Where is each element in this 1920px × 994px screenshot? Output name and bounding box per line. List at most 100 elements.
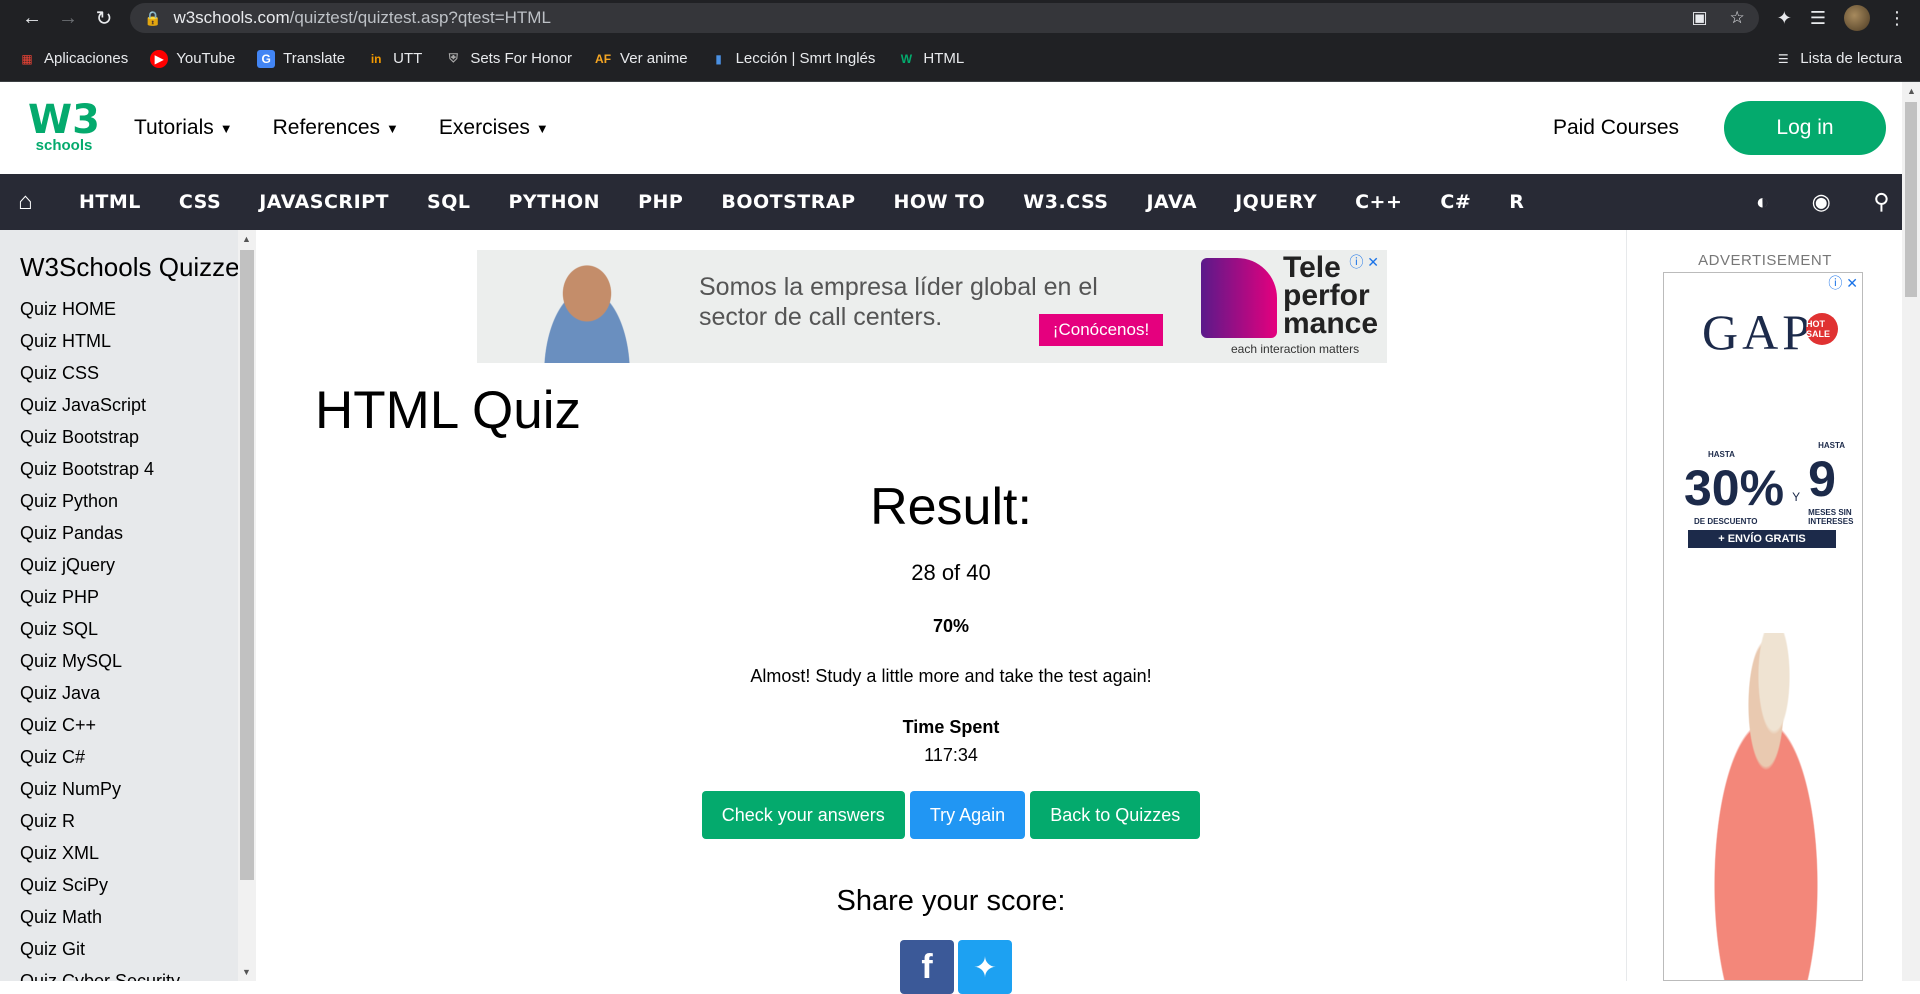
top-banner-ad[interactable]: Somos la empresa líder global en el sect… <box>477 250 1387 363</box>
sidebar-title: W3Schools Quizzes <box>20 252 253 282</box>
advertisement-label: ADVERTISEMENT <box>1698 252 1832 269</box>
home-icon[interactable]: ⌂ <box>18 188 46 216</box>
reading-list[interactable]: ☰ Lista de lectura <box>1774 50 1902 68</box>
menu-references[interactable]: References ▼ <box>273 116 399 140</box>
topnav: ⌂ HTML CSS JAVASCRIPT SQL PYTHON PHP BOO… <box>0 174 1920 230</box>
try-again-button[interactable]: Try Again <box>909 791 1026 839</box>
sidebar-item[interactable]: Quiz Pandas <box>20 517 256 549</box>
ad-close-icon[interactable]: ⓘ ✕ <box>1828 273 1858 293</box>
apps-grid-icon: ▦ <box>21 51 33 66</box>
search-icon[interactable]: ⚲ <box>1873 189 1890 215</box>
scroll-up-icon[interactable]: ▲ <box>1907 86 1916 96</box>
bookmark-sets-for-honor[interactable]: ⛨ Sets For Honor <box>444 50 572 68</box>
sidebar-item[interactable]: Quiz Cyber Security <box>20 965 256 981</box>
sidebar-item[interactable]: Quiz R <box>20 805 256 837</box>
bookmark-star-icon[interactable]: ☆ <box>1730 8 1745 28</box>
paid-courses-link[interactable]: Paid Courses <box>1553 116 1679 140</box>
tab-javascript[interactable]: JAVASCRIPT <box>259 191 389 213</box>
sidebar-item[interactable]: Quiz SciPy <box>20 869 256 901</box>
back-icon[interactable]: ← <box>14 0 50 36</box>
tab-java[interactable]: JAVA <box>1146 191 1197 213</box>
sidebar-item[interactable]: Quiz SQL <box>20 613 256 645</box>
ad-cta-button[interactable]: ¡Conócenos! <box>1039 314 1163 346</box>
w3-icon: W <box>900 51 913 66</box>
sidebar-item[interactable]: Quiz MySQL <box>20 645 256 677</box>
teleperformance-logo <box>1201 258 1277 338</box>
sidebar-item[interactable]: Quiz Math <box>20 901 256 933</box>
tab-jquery[interactable]: JQUERY <box>1235 191 1317 213</box>
page-scroll-thumb[interactable] <box>1905 102 1917 297</box>
anime-icon: AF <box>595 51 612 66</box>
sidebar-item[interactable]: Quiz CSS <box>20 357 256 389</box>
social-share: f ✦ <box>256 940 1646 994</box>
tab-sql[interactable]: SQL <box>427 191 470 213</box>
free-shipping-banner: + ENVÍO GRATIS <box>1688 530 1836 548</box>
back-to-quizzes-button[interactable]: Back to Quizzes <box>1030 791 1201 839</box>
tab-r[interactable]: R <box>1509 191 1524 213</box>
hot-sale-badge: HOT SALE <box>1806 313 1838 345</box>
tab-how-to[interactable]: HOW TO <box>894 191 986 213</box>
tab-cpp[interactable]: C++ <box>1355 191 1402 213</box>
menu-kebab-icon[interactable]: ⋮ <box>1888 8 1906 29</box>
sidebar-item[interactable]: Quiz HOME <box>20 293 256 325</box>
login-button[interactable]: Log in <box>1724 101 1886 155</box>
sidebar-item[interactable]: Quiz Git <box>20 933 256 965</box>
sidebar-item[interactable]: Quiz Bootstrap <box>20 421 256 453</box>
bookmark-apps[interactable]: ▦ Aplicaciones <box>18 50 128 68</box>
bookmark-utt[interactable]: in UTT <box>367 50 423 68</box>
tab-php[interactable]: PHP <box>638 191 683 213</box>
right-ad-column: ADVERTISEMENT ⓘ ✕ GAP HOT SALE HASTA 30%… <box>1626 230 1902 981</box>
media-icon[interactable]: ☰ <box>1810 8 1826 29</box>
twitter-icon[interactable]: ✦ <box>958 940 1012 994</box>
address-bar[interactable]: 🔒 w3schools.com/quiztest/quiztest.asp?qt… <box>130 3 1759 33</box>
sidebar-item[interactable]: Quiz Java <box>20 677 256 709</box>
ad-close-icon[interactable]: ⓘ ✕ <box>1349 252 1379 272</box>
w3schools-logo[interactable]: W3 schools <box>28 98 100 158</box>
sidebar-item[interactable]: Quiz NumPy <box>20 773 256 805</box>
menu-exercises[interactable]: Exercises ▼ <box>439 116 549 140</box>
tab-csharp[interactable]: C# <box>1440 191 1471 213</box>
forward-icon[interactable]: → <box>50 0 86 36</box>
sidebar-item[interactable]: Quiz C++ <box>20 709 256 741</box>
gap-logo: GAP <box>1702 304 1815 360</box>
ad-text: Somos la empresa líder global en el sect… <box>699 273 1098 331</box>
bookmark-translate[interactable]: G Translate <box>257 49 345 68</box>
scroll-down-icon[interactable]: ▼ <box>242 967 251 977</box>
bookmark-ver-anime[interactable]: AF Ver anime <box>594 50 688 68</box>
page-body: W3Schools Quizzes Quiz HOME Quiz HTML Qu… <box>0 230 1902 994</box>
sidebar-item[interactable]: Quiz JavaScript <box>20 389 256 421</box>
scroll-up-icon[interactable]: ▲ <box>242 234 251 244</box>
sidebar-item[interactable]: Quiz XML <box>20 837 256 869</box>
sidebar-item[interactable]: Quiz PHP <box>20 581 256 613</box>
sidebar-scroll-thumb[interactable] <box>240 250 254 880</box>
sidebar-item[interactable]: Quiz HTML <box>20 325 256 357</box>
quiz-sidebar: W3Schools Quizzes Quiz HOME Quiz HTML Qu… <box>0 230 256 981</box>
caret-down-icon: ▼ <box>386 120 399 136</box>
menu-tutorials[interactable]: Tutorials ▼ <box>134 116 233 140</box>
bookmark-smrt[interactable]: ▮ Lección | Smrt Inglés <box>710 50 875 68</box>
facebook-icon[interactable]: f <box>900 940 954 994</box>
globe-icon[interactable]: ◉ <box>1812 189 1832 215</box>
theme-toggle-icon[interactable]: ◐ <box>1756 189 1770 215</box>
tab-w3css[interactable]: W3.CSS <box>1023 191 1108 213</box>
sidebar-item[interactable]: Quiz Bootstrap 4 <box>20 453 256 485</box>
page-scrollbar[interactable]: ▲ <box>1902 82 1920 981</box>
side-ad[interactable]: ⓘ ✕ GAP HOT SALE HASTA 30% DE DESCUENTO … <box>1663 272 1863 981</box>
sidebar-item[interactable]: Quiz Python <box>20 485 256 517</box>
tab-python[interactable]: PYTHON <box>508 191 600 213</box>
tab-html[interactable]: HTML <box>79 191 141 213</box>
profile-avatar[interactable] <box>1844 5 1870 31</box>
tab-bootstrap[interactable]: BOOTSTRAP <box>721 191 855 213</box>
sidebar-item[interactable]: Quiz C# <box>20 741 256 773</box>
bookmark-youtube[interactable]: ▶ YouTube <box>150 49 235 68</box>
translate-icon: G <box>257 49 276 68</box>
extensions-icon[interactable]: ✦ <box>1777 8 1792 29</box>
tab-css[interactable]: CSS <box>179 191 221 213</box>
bookmarks-bar: ▦ Aplicaciones ▶ YouTube G Translate in UTT … <box>0 36 1920 82</box>
bookmark-html[interactable]: W HTML <box>897 50 965 68</box>
sidebar-scrollbar[interactable]: ▲ ▼ <box>238 230 256 981</box>
check-answers-button[interactable]: Check your answers <box>701 791 905 839</box>
sidebar-item[interactable]: Quiz jQuery <box>20 549 256 581</box>
translate-icon[interactable]: ▣ <box>1691 8 1707 28</box>
reload-icon[interactable]: ↻ <box>86 0 122 36</box>
